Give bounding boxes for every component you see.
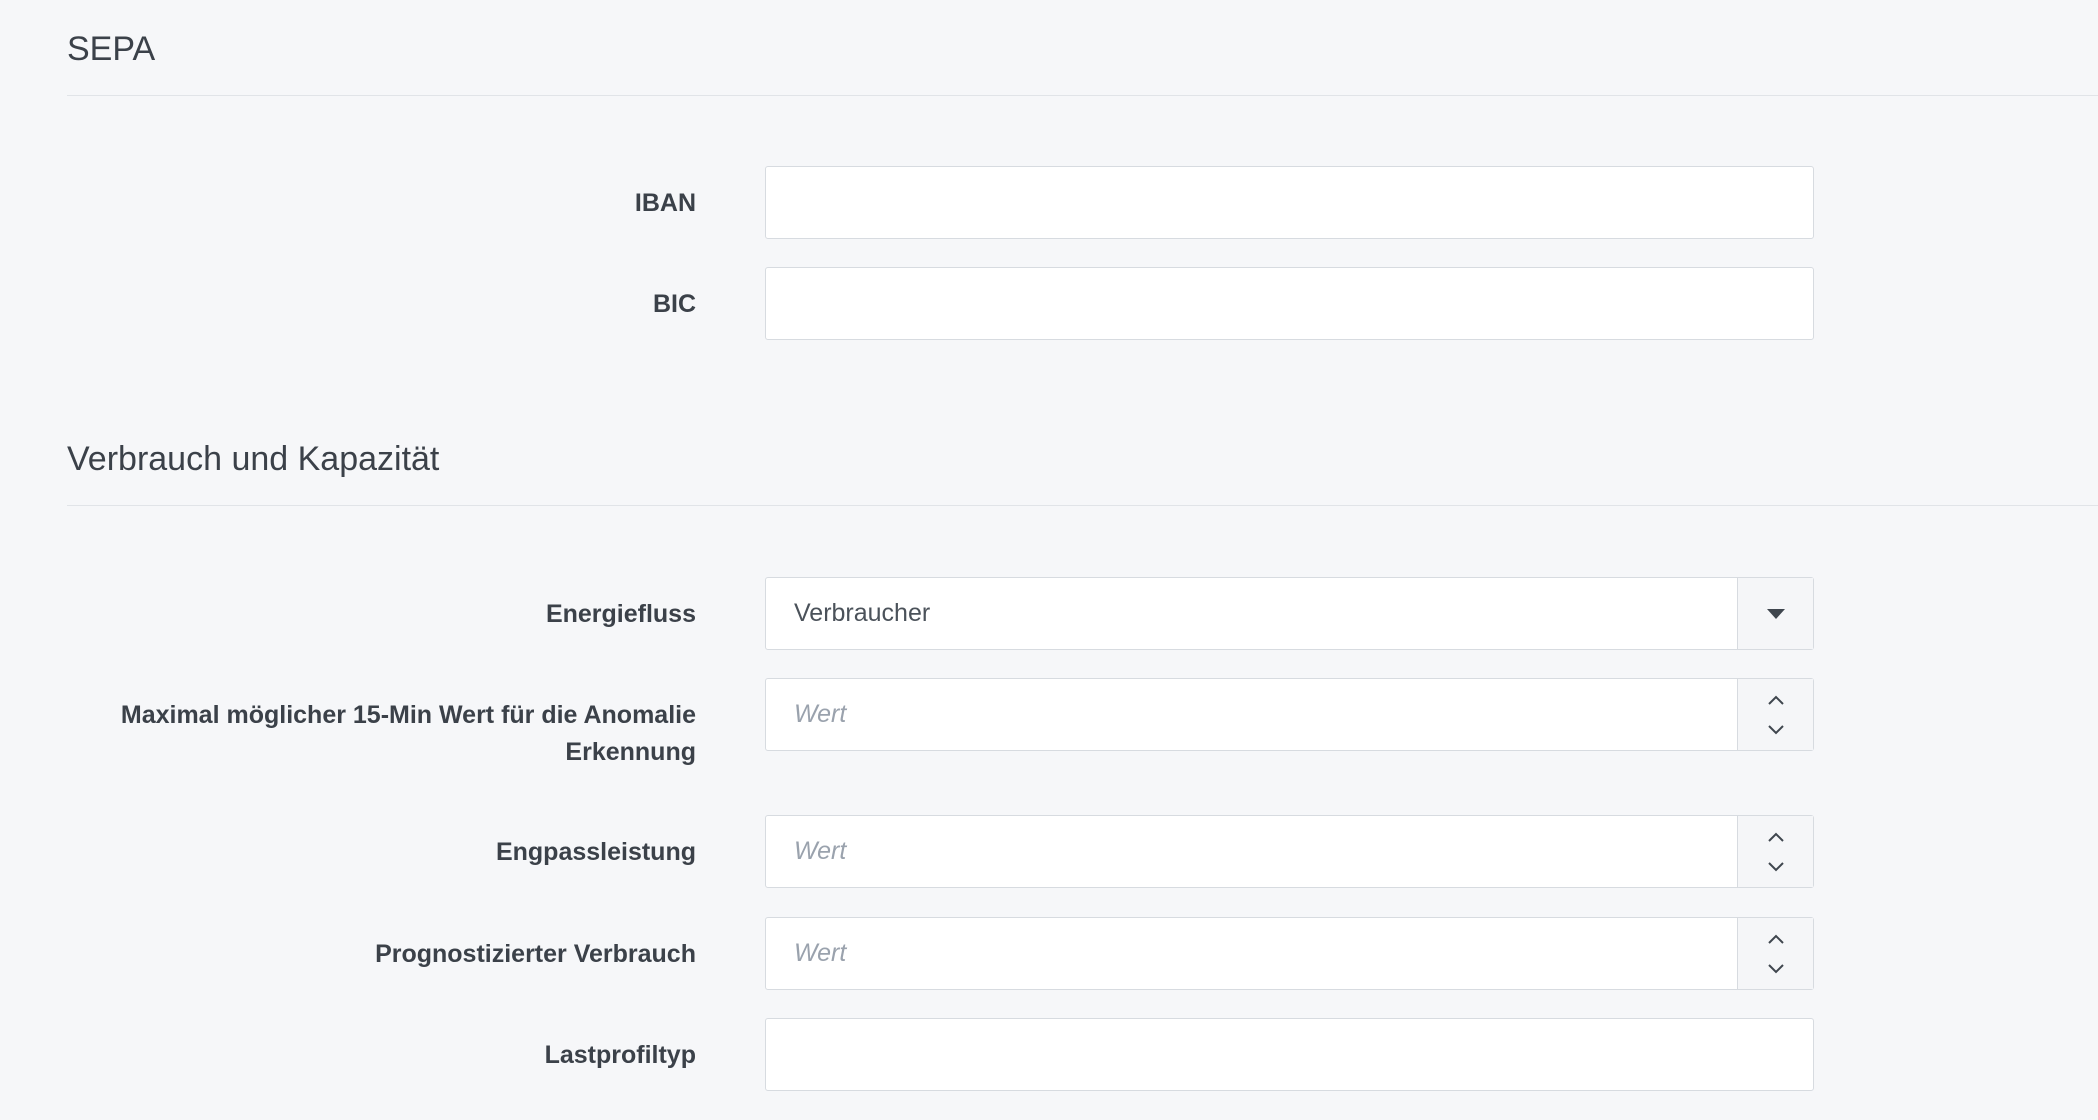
- engpass-input[interactable]: [766, 816, 1737, 887]
- iban-field: [765, 166, 1814, 239]
- chevron-up-icon: [1767, 695, 1784, 705]
- energiefluss-dropdown-toggle[interactable]: [1737, 578, 1813, 649]
- prognose-increment-button[interactable]: [1761, 924, 1791, 954]
- engpass-label: Engpassleistung: [495, 838, 696, 866]
- prognose-label: Prognostizierter Verbrauch: [375, 940, 696, 968]
- engpass-number-field: [765, 815, 1814, 888]
- engpass-increment-button[interactable]: [1761, 822, 1791, 852]
- lastprofil-field: [765, 1018, 1814, 1091]
- section-title-sepa: SEPA: [67, 30, 156, 68]
- lastprofil-input[interactable]: [766, 1019, 1813, 1090]
- energiefluss-select[interactable]: Verbraucher: [765, 577, 1814, 650]
- prognose-number-field: [765, 917, 1814, 990]
- engpass-decrement-button[interactable]: [1761, 852, 1791, 882]
- anomalie-label: Maximal möglicher 15-Min Wert für die An…: [120, 701, 696, 766]
- prognose-input[interactable]: [766, 918, 1737, 989]
- anomalie-increment-button[interactable]: [1761, 685, 1791, 715]
- anomalie-stepper: [1737, 679, 1813, 750]
- bic-input[interactable]: [766, 268, 1813, 339]
- section-divider: [67, 505, 2098, 506]
- lastprofil-label: Lastprofiltyp: [544, 1041, 696, 1069]
- energiefluss-label: Energiefluss: [545, 600, 696, 628]
- prognose-stepper: [1737, 918, 1813, 989]
- iban-label: IBAN: [634, 189, 696, 217]
- section-title-verbrauch: Verbrauch und Kapazität: [67, 440, 440, 478]
- chevron-down-icon: [1767, 963, 1784, 973]
- prognose-decrement-button[interactable]: [1761, 954, 1791, 984]
- iban-input[interactable]: [766, 167, 1813, 238]
- anomalie-decrement-button[interactable]: [1761, 715, 1791, 745]
- chevron-down-icon: [1767, 724, 1784, 734]
- chevron-up-icon: [1767, 832, 1784, 842]
- anomalie-input[interactable]: [766, 679, 1737, 750]
- chevron-up-icon: [1767, 934, 1784, 944]
- bic-label: BIC: [652, 290, 696, 318]
- anomalie-number-field: [765, 678, 1814, 751]
- energiefluss-selected-value: Verbraucher: [794, 599, 931, 627]
- bic-field: [765, 267, 1814, 340]
- caret-down-icon: [1766, 608, 1785, 619]
- chevron-down-icon: [1767, 861, 1784, 871]
- engpass-stepper: [1737, 816, 1813, 887]
- section-divider: [67, 95, 2098, 96]
